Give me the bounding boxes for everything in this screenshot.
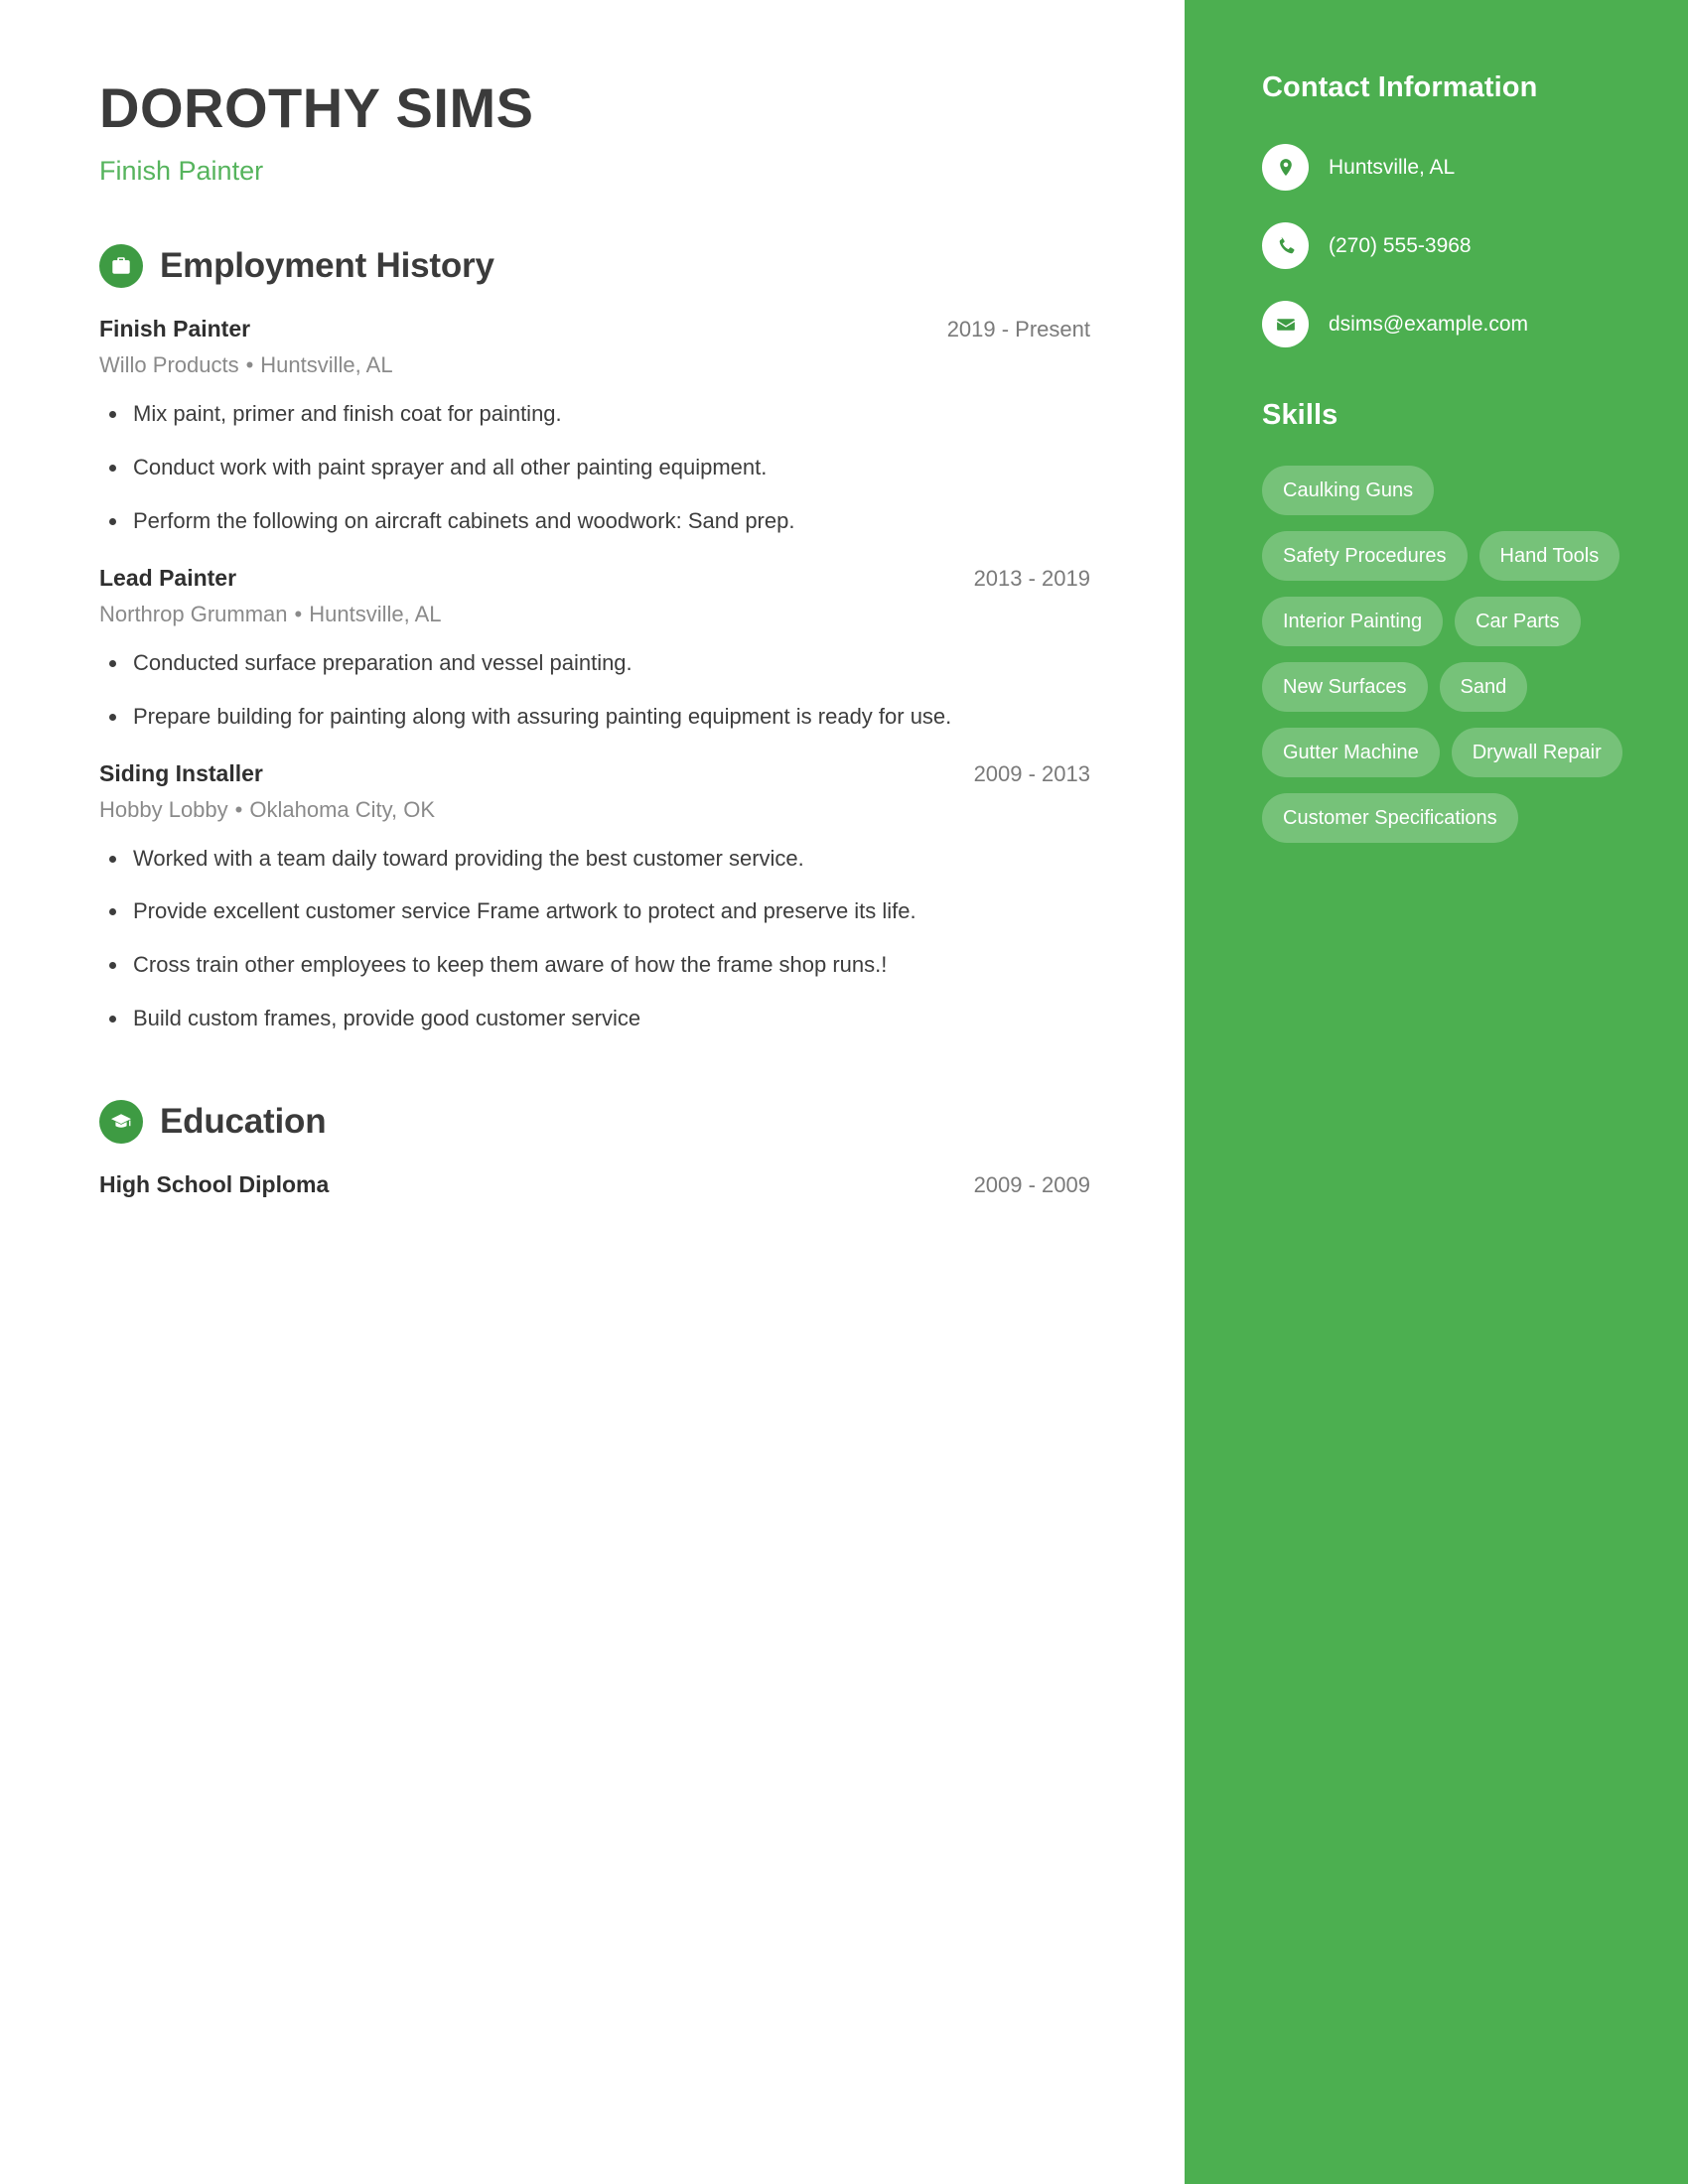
meta-separator: • [294,601,303,626]
skill-pill: Customer Specifications [1262,793,1518,843]
skill-pill: Car Parts [1455,597,1581,646]
employment-dates: 2009 - 2013 [973,760,1090,786]
skill-pill: Safety Procedures [1262,531,1468,581]
contact-list: Huntsville, AL (270) 555-3968 dsims@exam… [1262,144,1628,347]
envelope-icon [1262,301,1309,347]
employment-dates: 2013 - 2019 [973,565,1090,591]
employment-history-title: Employment History [160,245,494,285]
skills-list: Caulking Guns Safety Procedures Hand Too… [1262,466,1628,843]
contact-location-value: Huntsville, AL [1329,155,1456,179]
contact-information-title: Contact Information [1262,71,1538,103]
employment-entry-header: Finish Painter 2019 - Present [99,314,1090,344]
education-entry: High School Diploma 2009 - 2009 [99,1169,1090,1200]
employment-company: Willo Products [99,352,239,378]
phone-icon [1262,222,1309,269]
employment-entry-header: Siding Installer 2009 - 2013 [99,758,1090,789]
employment-location: Oklahoma City, OK [249,796,436,822]
graduation-cap-icon [99,1100,143,1145]
employment-bullet: Mix paint, primer and finish coat for pa… [99,398,1090,430]
contact-email-value: dsims@example.com [1329,312,1529,336]
employment-bullet: Build custom frames, provide good custom… [99,1003,1090,1034]
employment-company: Northrop Grumman [99,601,288,626]
employment-location: Huntsville, AL [309,601,442,626]
skill-pill: New Surfaces [1262,662,1428,712]
employment-company-location: Northrop Grumman • Huntsville, AL [99,598,1090,630]
skill-pill: Hand Tools [1478,531,1620,581]
employment-bullet: Conduct work with paint sprayer and all … [99,452,1090,483]
contact-item-email: dsims@example.com [1262,301,1628,347]
contact-phone-value: (270) 555-3968 [1329,233,1472,257]
skill-pill: Caulking Guns [1262,466,1435,515]
education-entry-header: High School Diploma 2009 - 2009 [99,1169,1090,1200]
employment-role: Lead Painter [99,564,237,591]
employment-entry: Siding Installer 2009 - 2013 Hobby Lobby… [99,758,1090,1035]
skills-title: Skills [1262,399,1338,431]
employment-bullet: Prepare building for painting along with… [99,701,1090,733]
skill-pill: Interior Painting [1262,597,1444,646]
employment-company-location: Hobby Lobby • Oklahoma City, OK [99,793,1090,826]
education-title: Education [160,1102,327,1142]
employment-bullet: Perform the following on aircraft cabine… [99,505,1090,537]
employment-bullet: Cross train other employees to keep them… [99,949,1090,981]
contact-item-location: Huntsville, AL [1262,144,1628,191]
employment-location: Huntsville, AL [260,352,393,378]
employment-bullets: Mix paint, primer and finish coat for pa… [99,398,1090,537]
meta-separator: • [245,352,254,378]
employment-bullet: Conducted surface preparation and vessel… [99,647,1090,679]
skill-pill: Sand [1439,662,1528,712]
main-column: DOROTHY SIMS Finish Painter Employment H… [0,0,1185,2184]
education-heading: Education [99,1100,1090,1145]
employment-role: Finish Painter [99,315,251,341]
candidate-job-title: Finish Painter [99,155,264,186]
education-section: Education High School Diploma 2009 - 200… [99,1100,1090,1200]
skill-pill: Gutter Machine [1262,728,1440,777]
employment-role: Siding Installer [99,759,263,786]
employment-entry: Lead Painter 2013 - 2019 Northrop Grumma… [99,563,1090,733]
contact-item-phone: (270) 555-3968 [1262,222,1628,269]
employment-entry: Finish Painter 2019 - Present Willo Prod… [99,314,1090,537]
employment-bullets: Conducted surface preparation and vessel… [99,647,1090,733]
employment-bullets: Worked with a team daily toward providin… [99,843,1090,1035]
employment-bullet: Worked with a team daily toward providin… [99,843,1090,875]
resume-document: DOROTHY SIMS Finish Painter Employment H… [0,0,1688,2184]
employment-history-section: Employment History Finish Painter 2019 -… [99,243,1090,1035]
employment-history-heading: Employment History [99,243,1090,288]
education-dates: 2009 - 2009 [973,1172,1090,1198]
skill-pill: Drywall Repair [1451,728,1622,777]
employment-dates: 2019 - Present [946,316,1090,341]
employment-company-location: Willo Products • Huntsville, AL [99,348,1090,381]
sidebar: Contact Information Huntsville, AL (270)… [1185,0,1688,2184]
employment-company: Hobby Lobby [99,796,228,822]
page-title: DOROTHY SIMS [99,76,534,139]
briefcase-icon [99,243,143,288]
employment-entry-header: Lead Painter 2013 - 2019 [99,563,1090,594]
meta-separator: • [234,796,243,822]
map-pin-icon [1262,144,1309,191]
education-degree: High School Diploma [99,1171,330,1198]
employment-bullet: Provide excellent customer service Frame… [99,895,1090,927]
